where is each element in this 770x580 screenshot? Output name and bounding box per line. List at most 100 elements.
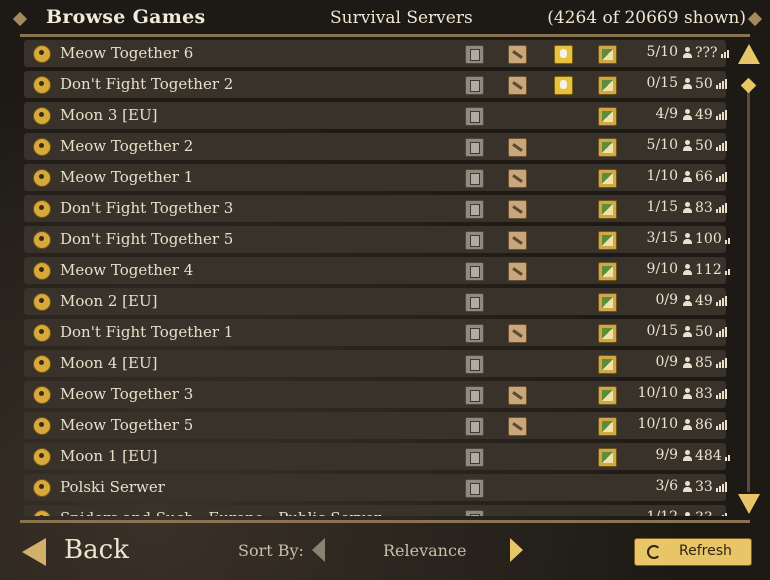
season-icon bbox=[598, 293, 617, 312]
server-row[interactable]: Moon 2 [EU] 0/9 49 bbox=[24, 288, 727, 315]
server-row[interactable]: Moon 1 [EU] 9/9 484 bbox=[24, 443, 730, 470]
player-count: 9/10 bbox=[646, 261, 678, 277]
server-name: Moon 2 [EU] bbox=[60, 292, 158, 310]
server-row[interactable]: Don't Fight Together 1 0/15 50 bbox=[24, 319, 727, 346]
server-name: Don't Fight Together 1 bbox=[60, 323, 234, 341]
season-icon bbox=[598, 231, 617, 250]
character-icon bbox=[33, 355, 51, 373]
player-count: 1/10 bbox=[646, 168, 678, 184]
scroll-thumb[interactable] bbox=[740, 77, 757, 94]
player-count: 3/15 bbox=[646, 230, 678, 246]
server-row[interactable]: Moon 3 [EU] 4/9 49 bbox=[24, 102, 728, 129]
ping-readout: 33 bbox=[682, 510, 727, 516]
person-icon bbox=[682, 47, 692, 58]
scroll-up-arrow[interactable] bbox=[738, 44, 760, 64]
dedicated-server-icon bbox=[465, 510, 484, 516]
season-icon bbox=[598, 417, 617, 436]
server-row[interactable]: Don't Fight Together 3 1/15 83 bbox=[24, 195, 728, 222]
season-icon bbox=[598, 200, 617, 219]
character-icon bbox=[33, 138, 51, 156]
signal-bars-icon bbox=[715, 203, 728, 213]
ping-readout: 50 bbox=[682, 76, 727, 92]
character-icon bbox=[33, 386, 51, 404]
ping-readout: 49 bbox=[682, 293, 727, 309]
mods-wrench-icon bbox=[508, 200, 527, 219]
server-name: Don't Fight Together 2 bbox=[60, 75, 234, 93]
game-mode-label: Survival Servers bbox=[330, 8, 473, 28]
person-icon bbox=[682, 202, 692, 213]
ping-readout: 33 bbox=[682, 479, 727, 495]
mods-wrench-icon bbox=[508, 76, 527, 95]
mods-wrench-icon bbox=[508, 324, 527, 343]
dedicated-server-icon bbox=[465, 231, 484, 250]
player-count: 9/9 bbox=[655, 447, 678, 463]
mods-wrench-icon bbox=[508, 417, 527, 436]
person-icon bbox=[682, 109, 692, 120]
player-count: 0/15 bbox=[646, 75, 678, 91]
player-count: 1/12 bbox=[620, 509, 678, 516]
player-count: 0/9 bbox=[655, 354, 678, 370]
server-name: Meow Together 5 bbox=[60, 416, 194, 434]
person-icon bbox=[682, 419, 692, 430]
server-row[interactable]: Moon 4 [EU] 0/9 85 bbox=[24, 350, 727, 377]
player-count: 4/9 bbox=[655, 106, 678, 122]
season-icon bbox=[598, 138, 617, 157]
dedicated-server-icon bbox=[465, 45, 484, 64]
scroll-track[interactable] bbox=[747, 84, 750, 492]
server-row[interactable]: Don't Fight Together 2 0/15 50 bbox=[24, 71, 727, 98]
player-count: 3/6 bbox=[655, 478, 678, 494]
refresh-icon bbox=[647, 545, 661, 559]
character-icon bbox=[33, 169, 51, 187]
server-name: Moon 3 [EU] bbox=[60, 106, 158, 124]
server-row[interactable]: Meow Together 6 5/10??? bbox=[24, 40, 730, 67]
signal-bars-icon bbox=[724, 451, 730, 461]
server-list[interactable]: Meow Together 6 5/10??? Don't Fight Togeth… bbox=[24, 40, 730, 516]
server-row[interactable]: Meow Together 3 10/10 83 bbox=[24, 381, 728, 408]
server-row[interactable]: Spiders and Such - Europe - Public Serve… bbox=[24, 505, 727, 516]
ping-readout: 85 bbox=[682, 355, 727, 371]
server-row[interactable]: Meow Together 1 1/10 66 bbox=[24, 164, 727, 191]
back-button[interactable]: Back bbox=[20, 532, 130, 572]
ping-readout: 86 bbox=[682, 417, 727, 433]
signal-bars-icon bbox=[715, 358, 728, 368]
server-row[interactable]: Don't Fight Together 5 3/15 100 bbox=[24, 226, 730, 253]
back-arrow-icon bbox=[22, 538, 46, 566]
sort-prev-arrow-icon[interactable] bbox=[312, 538, 325, 562]
person-icon bbox=[682, 78, 692, 89]
person-icon bbox=[682, 326, 692, 337]
ping-readout: 50 bbox=[682, 324, 727, 340]
server-row[interactable]: Polski Serwer 3/6 33 bbox=[24, 474, 727, 501]
dedicated-server-icon bbox=[465, 293, 484, 312]
mods-wrench-icon bbox=[508, 138, 527, 157]
signal-bars-icon bbox=[715, 110, 728, 120]
season-icon bbox=[598, 107, 617, 126]
mods-wrench-icon bbox=[508, 262, 527, 281]
dedicated-server-icon bbox=[465, 107, 484, 126]
ping-readout: 66 bbox=[682, 169, 727, 185]
server-row[interactable]: Meow Together 4 9/10 112 bbox=[24, 257, 730, 284]
signal-bars-icon bbox=[715, 172, 728, 182]
frame-corner-right bbox=[747, 11, 763, 27]
pvp-skull-icon bbox=[554, 45, 573, 64]
server-name: Meow Together 2 bbox=[60, 137, 194, 155]
signal-bars-icon bbox=[716, 513, 728, 516]
server-name: Spiders and Such - Europe - Public Serve… bbox=[60, 509, 381, 516]
signal-bars-icon bbox=[715, 296, 728, 306]
season-icon bbox=[598, 448, 617, 467]
server-name: Moon 4 [EU] bbox=[60, 354, 158, 372]
person-icon bbox=[682, 512, 692, 516]
signal-bars-icon bbox=[715, 389, 728, 399]
sort-by-label: Sort By: bbox=[238, 541, 304, 560]
refresh-button[interactable]: Refresh bbox=[634, 538, 752, 566]
server-name: Meow Together 3 bbox=[60, 385, 194, 403]
frame-top-border bbox=[20, 34, 750, 37]
signal-bars-icon bbox=[715, 327, 728, 337]
scrollbar[interactable] bbox=[736, 42, 762, 516]
server-row[interactable]: Meow Together 2 5/10 50 bbox=[24, 133, 727, 160]
sort-next-arrow-icon[interactable] bbox=[510, 538, 523, 562]
server-name: Meow Together 6 bbox=[60, 44, 194, 62]
character-icon bbox=[33, 200, 51, 218]
character-icon bbox=[33, 448, 51, 466]
server-row[interactable]: Meow Together 5 10/10 86 bbox=[24, 412, 727, 439]
scroll-down-arrow[interactable] bbox=[738, 494, 760, 514]
